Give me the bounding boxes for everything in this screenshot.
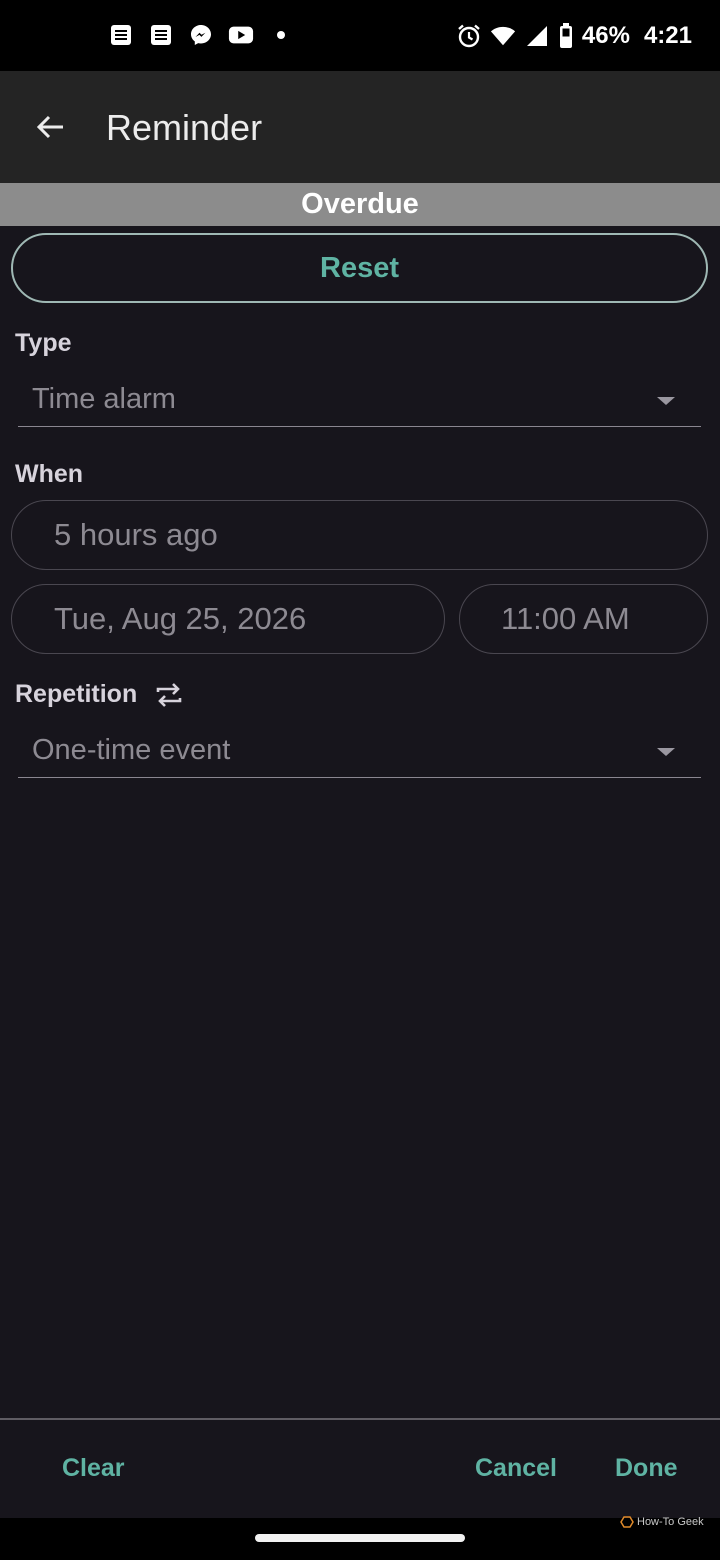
type-dropdown-value: Time alarm bbox=[32, 383, 176, 415]
battery-percentage: 46% bbox=[581, 22, 630, 49]
notification-icons bbox=[108, 22, 294, 48]
watermark-text: How-To Geek bbox=[637, 1516, 704, 1528]
overdue-banner: Overdue bbox=[0, 183, 720, 226]
app-bar: Reminder bbox=[0, 71, 720, 183]
wifi-icon bbox=[490, 23, 516, 49]
messenger-icon bbox=[188, 22, 214, 48]
home-indicator[interactable] bbox=[255, 1534, 465, 1542]
dot-icon bbox=[268, 22, 294, 48]
relative-time-value: 5 hours ago bbox=[54, 517, 218, 552]
dropdown-arrow-icon bbox=[657, 748, 675, 756]
cell-signal-icon bbox=[524, 23, 550, 49]
reset-button[interactable]: Reset bbox=[11, 233, 708, 303]
system-icons: 46% 4:21 bbox=[456, 18, 692, 54]
cancel-button[interactable]: Cancel bbox=[475, 1454, 557, 1483]
news-icon bbox=[148, 22, 174, 48]
battery-icon bbox=[558, 23, 574, 49]
howtogeek-logo-icon bbox=[620, 1516, 634, 1528]
dropdown-arrow-icon bbox=[657, 397, 675, 405]
repeat-icon bbox=[154, 680, 184, 710]
date-value: Tue, Aug 25, 2026 bbox=[54, 601, 307, 636]
done-button[interactable]: Done bbox=[615, 1454, 678, 1483]
page-title: Reminder bbox=[106, 107, 263, 148]
time-field[interactable]: 11:00 AM bbox=[459, 584, 708, 654]
navigation-bar bbox=[0, 1518, 720, 1560]
type-label: Type bbox=[15, 329, 72, 357]
news-icon bbox=[108, 22, 134, 48]
clear-button[interactable]: Clear bbox=[62, 1454, 125, 1483]
bottom-divider bbox=[0, 1418, 720, 1420]
youtube-icon bbox=[228, 22, 254, 48]
type-dropdown[interactable]: Time alarm bbox=[18, 379, 701, 427]
watermark: How-To Geek bbox=[620, 1516, 704, 1528]
time-value: 11:00 AM bbox=[501, 601, 630, 636]
when-label: When bbox=[15, 460, 84, 488]
arrow-left-icon bbox=[36, 115, 63, 139]
status-bar: 46% 4:21 bbox=[0, 0, 720, 71]
status-clock: 4:21 bbox=[643, 22, 692, 49]
relative-time-field[interactable]: 5 hours ago bbox=[11, 500, 708, 570]
date-field[interactable]: Tue, Aug 25, 2026 bbox=[11, 584, 445, 654]
repetition-dropdown-value: One-time event bbox=[32, 734, 231, 766]
repetition-label: Repetition bbox=[15, 680, 138, 708]
repetition-dropdown[interactable]: One-time event bbox=[18, 730, 701, 778]
back-button[interactable] bbox=[26, 103, 74, 151]
alarm-icon bbox=[456, 23, 482, 49]
